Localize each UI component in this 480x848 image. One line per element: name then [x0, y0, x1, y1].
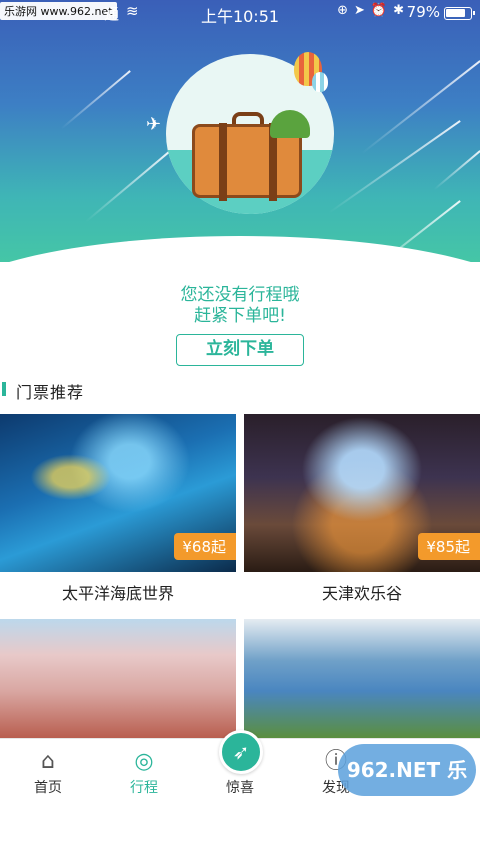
tab-label: 首页: [34, 780, 62, 796]
shooting-star: [85, 150, 171, 223]
price-tag: ¥85起: [418, 533, 480, 560]
tab-home[interactable]: ⌂ 首页: [0, 739, 96, 801]
ticket-name: 太平洋海底世界: [61, 584, 174, 603]
tab-label: 惊喜: [226, 780, 254, 796]
battery-percent: 79%: [406, 3, 440, 21]
airplane-icon: ✈: [146, 114, 162, 135]
section-accent-bar: [2, 382, 6, 396]
hero-banner: ✈ 乐游网 www.962.net 通 ≋ 上午10:51 ⊕➤⏰✱ 79%: [0, 0, 480, 262]
shooting-star: [361, 60, 480, 154]
ticket-image: [0, 619, 236, 739]
shooting-star: [328, 120, 461, 214]
compass-icon[interactable]: ➶: [219, 730, 263, 774]
brand-watermark: 962.NET 乐游网: [338, 744, 476, 834]
status-bar: 乐游网 www.962.net 通 ≋ 上午10:51 ⊕➤⏰✱ 79%: [0, 0, 480, 26]
ticket-image: ¥85起: [244, 414, 480, 572]
tab-label: 行程: [130, 780, 158, 796]
status-icons: ⊕➤⏰✱: [337, 3, 410, 18]
section-title: 门票推荐: [16, 383, 85, 402]
shooting-star: [433, 150, 480, 190]
hot-air-balloon-icon: [312, 72, 328, 92]
tab-itinerary[interactable]: ◎ 行程: [96, 739, 192, 801]
empty-message-line2: 赶紧下单吧!: [194, 306, 286, 326]
ticket-name: 天津欢乐谷: [321, 584, 402, 603]
itinerary-icon: ◎: [134, 749, 154, 774]
home-icon: ⌂: [41, 749, 55, 774]
empty-message-line1: 您还没有行程哦: [180, 285, 300, 305]
section-header: 门票推荐: [0, 376, 480, 404]
shooting-star: [60, 70, 131, 130]
order-now-button[interactable]: 立刻下单: [176, 334, 304, 366]
ticket-image: ¥68起: [0, 414, 236, 572]
price-tag: ¥68起: [174, 533, 236, 560]
battery-icon: [444, 7, 475, 20]
ticket-image: [244, 619, 480, 739]
